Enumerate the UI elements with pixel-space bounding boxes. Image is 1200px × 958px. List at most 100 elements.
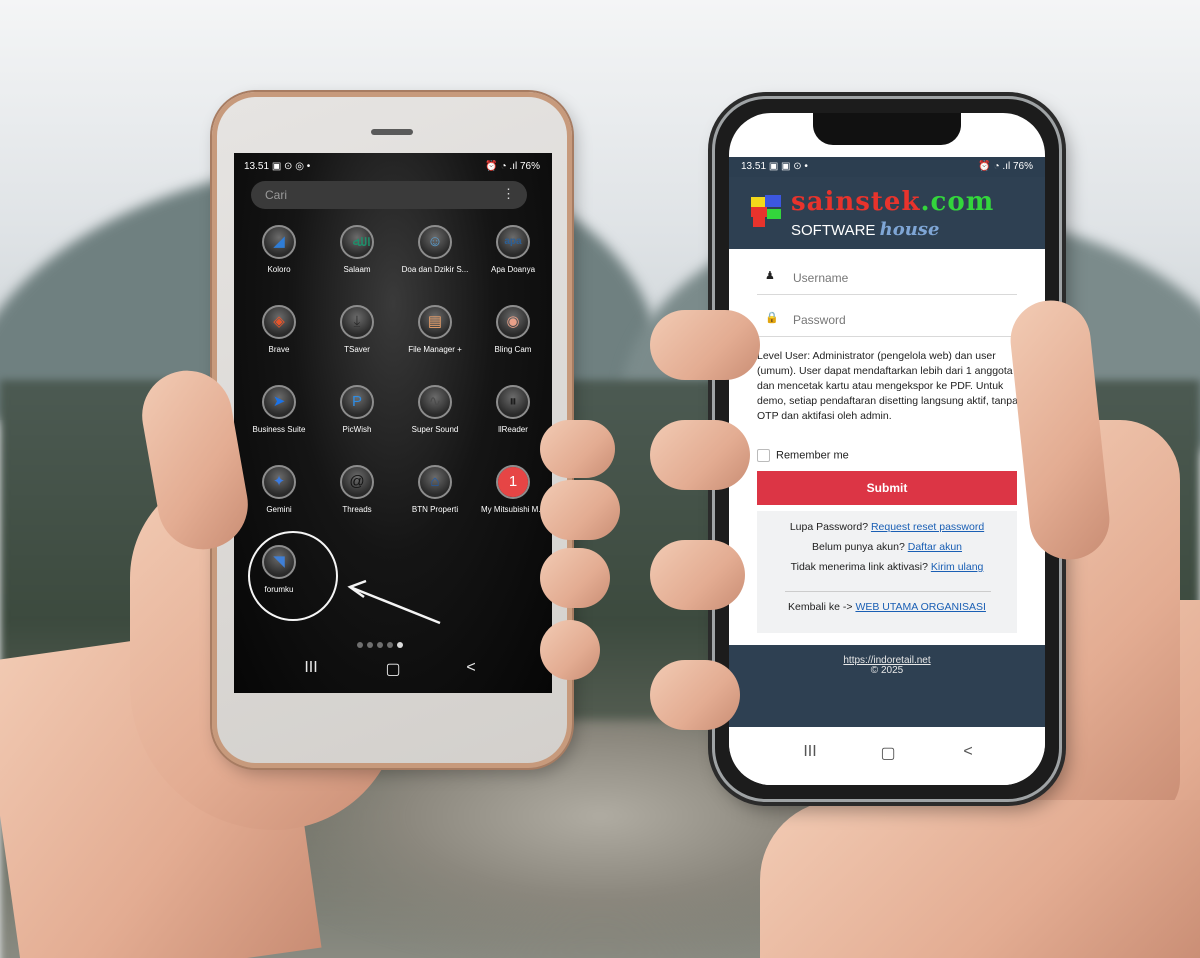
app-label: Apa Doanya — [490, 265, 536, 274]
app-glyph: ∿ — [428, 393, 442, 410]
home-button[interactable]: ▢ — [873, 743, 903, 763]
register-link[interactable]: Daftar akun — [908, 541, 962, 553]
app-icon: ﷲ — [340, 225, 374, 259]
app-llreader[interactable]: ⏸ llReader — [474, 385, 552, 434]
username-input[interactable] — [793, 267, 1003, 289]
right-finger — [650, 540, 745, 610]
main-site-link[interactable]: WEB UTAMA ORGANISASI — [855, 601, 986, 613]
remember-me[interactable]: Remember me — [757, 449, 849, 462]
resend-row: Tidak menerima link aktivasi? Kirim ulan… — [757, 561, 1017, 573]
app-search-bar[interactable]: Cari ⋮ — [251, 181, 527, 209]
site-footer: © 2025 https://indoretail.net — [729, 645, 1045, 727]
app-label: Koloro — [267, 265, 291, 274]
recents-button[interactable]: III — [296, 659, 326, 677]
right-phone: 13.51 ▣ ▣ ⊙ • ⏰ ◔ .ıl 76% sainstek.com S… — [712, 96, 1062, 802]
navigation-bar: III ▢ < — [234, 651, 552, 691]
resend-link[interactable]: Kirim ulang — [931, 561, 984, 573]
site-header: sainstek.com SOFTWARE house — [729, 177, 1045, 249]
app-label: PicWish — [342, 425, 372, 434]
password-input[interactable] — [793, 309, 1003, 331]
app-label: TSaver — [344, 345, 370, 354]
reset-password-link[interactable]: Request reset password — [871, 521, 984, 533]
copyright: © 2025 — [870, 665, 904, 676]
remember-checkbox[interactable] — [757, 449, 770, 462]
app-icon: ◉ — [496, 305, 530, 339]
home-button[interactable]: ▢ — [378, 659, 408, 679]
register-row: Belum punya akun? Daftar akun — [757, 541, 1017, 553]
left-finger — [540, 480, 620, 540]
notification-badge: 1 — [498, 467, 528, 497]
app-label: Threads — [342, 505, 372, 514]
status-time: 13.51 ▣ ⊙ ◎ • — [244, 161, 310, 172]
app-icon: ☺ — [418, 225, 452, 259]
clock: 13.51 — [741, 161, 767, 172]
app-glyph: ◉ — [506, 313, 520, 330]
page-dot — [387, 642, 393, 648]
app-label: Gemini — [266, 505, 292, 514]
logo-domain: .com — [920, 187, 995, 217]
app-icon: ◢ — [262, 225, 296, 259]
pointer-arrow — [347, 579, 441, 625]
battery-indicator: ⏰ ◔ .ıl 76% — [485, 161, 540, 172]
page-dot-active — [397, 642, 403, 648]
app-icon: ⌂ — [418, 465, 452, 499]
left-finger — [540, 620, 600, 680]
app-glyph: ⤓ — [353, 313, 361, 330]
resend-text: Tidak menerima link aktivasi? — [790, 561, 928, 573]
earpiece — [371, 129, 413, 135]
app-doa-dan-dzikir-s[interactable]: ☺ Doa dan Dzikir S... — [396, 225, 474, 274]
status-bar: 13.51 ▣ ⊙ ◎ • ⏰ ◔ .ıl 76% — [234, 153, 552, 175]
back-button[interactable]: < — [953, 743, 983, 761]
app-icon: ◈ — [262, 305, 296, 339]
app-gemini[interactable]: ✦ Gemini — [240, 465, 318, 514]
app-salaam[interactable]: ﷲ Salaam — [318, 225, 396, 274]
app-icon: ➤ — [262, 385, 296, 419]
username-field[interactable]: ♟ — [757, 263, 1017, 295]
app-picwish[interactable]: P PicWish — [318, 385, 396, 434]
right-finger — [650, 310, 760, 380]
app-apa-doanya[interactable]: apa Apa Doanya — [474, 225, 552, 274]
app-icon: apa — [496, 225, 530, 259]
app-tsaver[interactable]: ⤓ TSaver — [318, 305, 396, 354]
logo-tagline-italic: house — [879, 219, 940, 240]
more-options-icon[interactable]: ⋮ — [502, 186, 515, 202]
app-glyph: ☺ — [427, 233, 443, 250]
app-threads[interactable]: @ Threads — [318, 465, 396, 514]
app-icon: ⏸ — [496, 385, 530, 419]
app-icon: ▤ — [418, 305, 452, 339]
app-btn-properti[interactable]: ⌂ BTN Properti — [396, 465, 474, 514]
logo-tagline-text: SOFTWARE — [791, 222, 876, 239]
back-button[interactable]: < — [456, 659, 486, 677]
highlight-circle — [248, 531, 338, 621]
app-glyph: apa — [504, 236, 522, 247]
app-super-sound[interactable]: ∿ Super Sound — [396, 385, 474, 434]
app-koloro[interactable]: ◢ Koloro — [240, 225, 318, 274]
status-bar: 13.51 ▣ ▣ ⊙ • ⏰ ◔ .ıl 76% — [729, 157, 1045, 177]
recents-button[interactable]: III — [795, 743, 825, 761]
right-finger — [650, 420, 750, 490]
app-business-suite[interactable]: ➤ Business Suite — [240, 385, 318, 434]
info-text: Level User: Administrator (pengelola web… — [757, 350, 1018, 422]
app-glyph: P — [351, 393, 362, 410]
app-label: Brave — [268, 345, 290, 354]
app-bling-cam[interactable]: ◉ Bling Cam — [474, 305, 552, 354]
password-field[interactable]: 🔒 — [757, 305, 1017, 337]
app-icon: ▦1 — [496, 465, 530, 499]
login-form: ♟ 🔒 Level User: Administrator (pengelola… — [741, 249, 1033, 645]
left-finger — [540, 420, 615, 478]
app-label: llReader — [498, 425, 528, 434]
notification-icons: ▣ ▣ ⊙ • — [768, 161, 808, 172]
register-text: Belum punya akun? — [811, 541, 905, 553]
left-phone: 13.51 ▣ ⊙ ◎ • ⏰ ◔ .ıl 76% Cari ⋮ ◢ Koloro… — [212, 92, 572, 768]
status-time: 13.51 ▣ ▣ ⊙ • — [741, 161, 808, 172]
clock: 13.51 — [244, 161, 270, 172]
submit-button[interactable]: Submit — [757, 471, 1017, 505]
app-label: Business Suite — [252, 425, 306, 434]
app-brave[interactable]: ◈ Brave — [240, 305, 318, 354]
app-icon: ∿ — [418, 385, 452, 419]
app-label: Salaam — [343, 265, 371, 274]
app-file-manager[interactable]: ▤ File Manager + — [396, 305, 474, 354]
app-glyph: ◈ — [273, 313, 285, 330]
logo-tagline: SOFTWARE house — [791, 219, 939, 240]
footer-row: © 2025 https://indoretail.net — [729, 655, 1045, 676]
